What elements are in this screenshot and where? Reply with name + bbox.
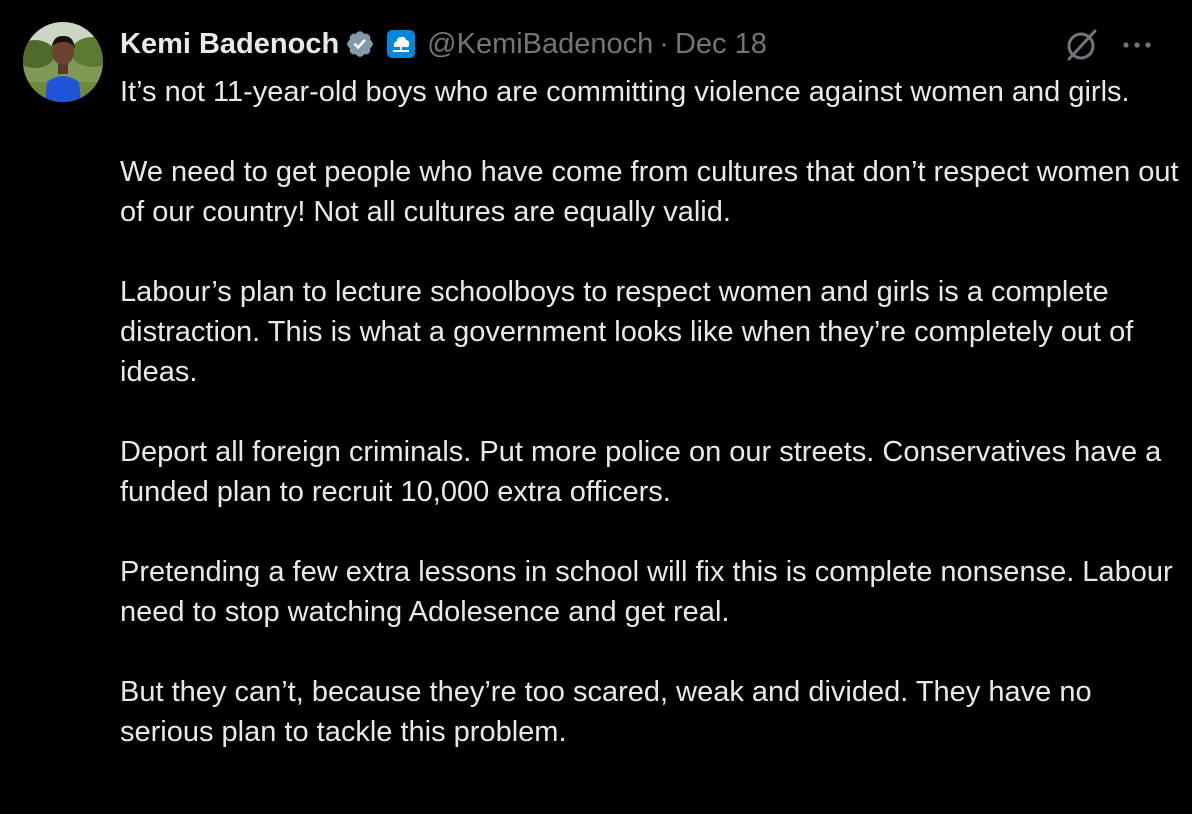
more-options-icon[interactable]	[1118, 26, 1156, 64]
tweet-paragraph: We need to get people who have come from…	[120, 156, 1179, 228]
tweet-date[interactable]: Dec 18	[675, 24, 767, 64]
avatar-photo	[23, 22, 103, 102]
conservatives-tree-logo[interactable]	[387, 30, 416, 58]
separator-dot: ·	[659, 28, 669, 60]
avatar[interactable]	[23, 22, 103, 102]
tweet-paragraph: Labour’s plan to lecture schoolboys to r…	[120, 276, 1134, 388]
tweet-header: Kemi Badenoch @KemiBadenoch · Dec 18	[120, 24, 767, 64]
tweet-paragraph: But they can’t, because they’re too scar…	[120, 676, 1092, 748]
tweet-paragraph: Pretending a few extra lessons in school…	[120, 556, 1173, 628]
tweet[interactable]: Kemi Badenoch @KemiBadenoch · Dec 18 It’…	[0, 0, 1192, 814]
author-display-name[interactable]: Kemi Badenoch	[120, 24, 339, 64]
grok-icon[interactable]	[1062, 25, 1102, 65]
tweet-paragraph: Deport all foreign criminals. Put more p…	[120, 436, 1162, 508]
tweet-paragraph: It’s not 11-year-old boys who are commit…	[120, 76, 1130, 108]
verified-badge-icon[interactable]	[345, 29, 375, 59]
author-handle[interactable]: @KemiBadenoch	[427, 24, 653, 64]
tweet-text: It’s not 11-year-old boys who are commit…	[120, 72, 1180, 752]
